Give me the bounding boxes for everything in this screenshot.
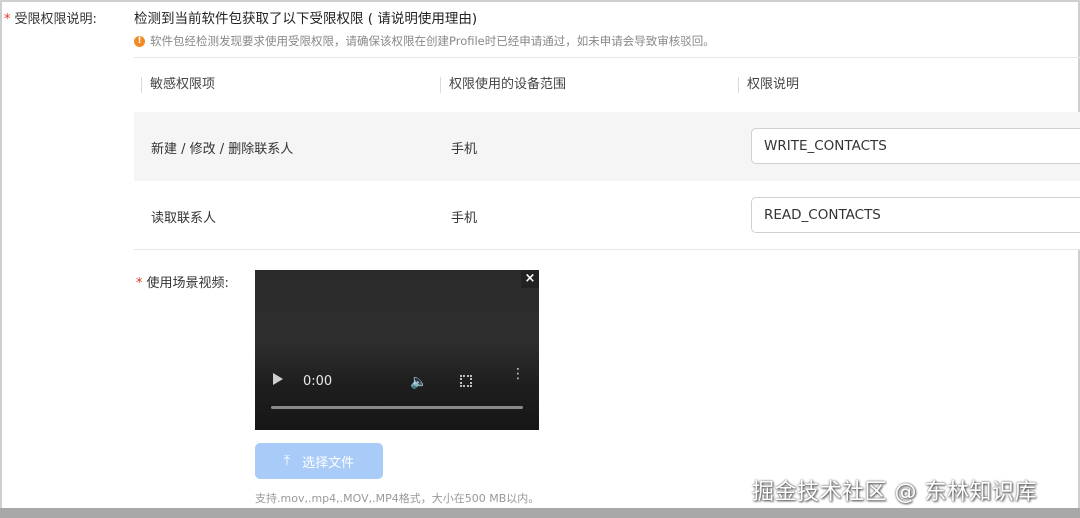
header-device-scope: 权限使用的设备范围 [440, 77, 566, 93]
warning-icon: ! [134, 35, 145, 47]
video-time: 0:00 [303, 374, 333, 389]
choose-file-button[interactable]: ⤒ 选择文件 [255, 443, 383, 479]
permission-item: 新建 / 修改 / 删除联系人 [151, 142, 294, 157]
bottom-border [0, 508, 1080, 518]
video-progress-bar[interactable] [271, 406, 523, 409]
header-sensitive-permission: 敏感权限项 [141, 77, 215, 93]
permissions-table-header: 敏感权限项 权限使用的设备范围 权限说明 [134, 58, 1080, 112]
table-row: 新建 / 修改 / 删除联系人 手机 [134, 112, 1080, 181]
video-label-text: 使用场景视频: [146, 276, 229, 291]
file-format-hint: 支持.mov,.mp4,.MOV,.MP4格式，大小在500 MB以内。 [255, 492, 540, 505]
permission-explanation-input[interactable] [751, 128, 1080, 164]
permission-item: 读取联系人 [151, 211, 217, 226]
required-asterisk: * [136, 276, 143, 291]
permission-explanation-input[interactable] [751, 197, 1080, 233]
required-asterisk: * [4, 12, 11, 27]
scenario-video-label: * 使用场景视频: [136, 272, 229, 291]
field-label-text: 受限权限说明: [14, 12, 97, 27]
restricted-permissions-label: * 受限权限说明: [4, 8, 97, 27]
upload-icon: ⤒ [283, 453, 291, 469]
play-icon[interactable] [273, 373, 283, 385]
device-scope: 手机 [451, 211, 478, 226]
fullscreen-icon[interactable] [460, 375, 472, 387]
video-player[interactable]: × 0:00 🔈 ⋮ [255, 270, 539, 430]
device-scope: 手机 [451, 142, 478, 157]
more-options-icon[interactable]: ⋮ [511, 367, 525, 381]
warning-message: ! 软件包经检测发现要求使用受限权限，请确保该权限在创建Profile时已经申请… [134, 33, 715, 49]
warning-text: 软件包经检测发现要求使用受限权限，请确保该权限在创建Profile时已经申请通过… [150, 34, 715, 48]
close-icon[interactable]: × [521, 270, 539, 288]
detection-headline: 检测到当前软件包获取了以下受限权限 ( 请说明使用理由) [134, 11, 478, 27]
choose-file-label: 选择文件 [302, 455, 355, 471]
watermark: 掘金技术社区 @ 东林知识库 [752, 480, 1037, 505]
header-permission-explanation: 权限说明 [738, 77, 799, 93]
volume-icon[interactable]: 🔈 [410, 374, 427, 390]
table-row: 读取联系人 手机 [134, 181, 1080, 250]
